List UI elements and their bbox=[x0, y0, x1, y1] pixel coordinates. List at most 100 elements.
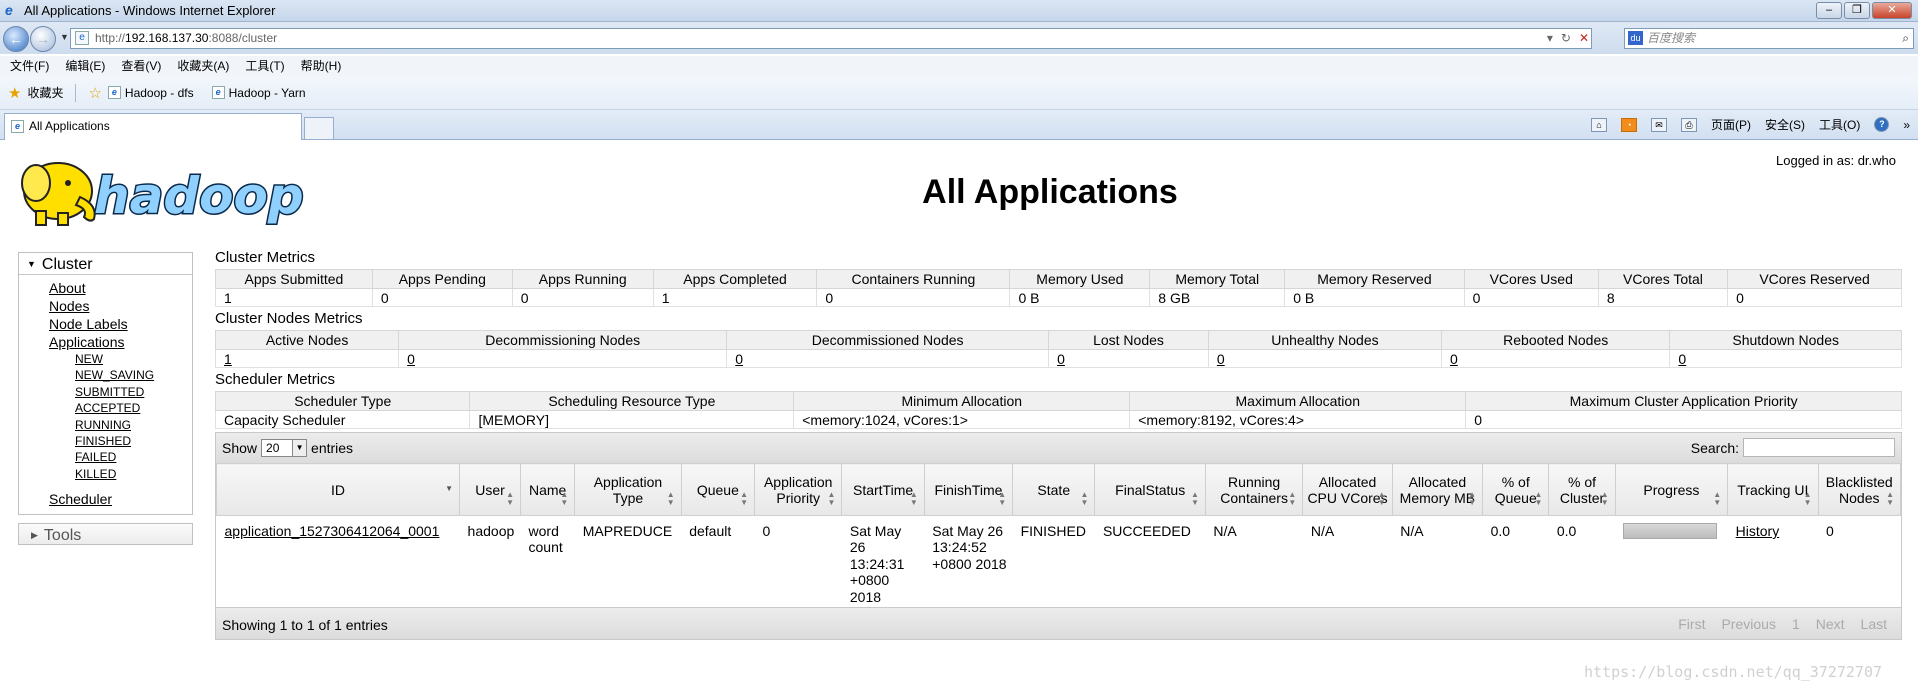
logged-in-label: Logged in as: dr.who bbox=[1776, 153, 1896, 168]
column-header: Unhealthy Nodes bbox=[1207, 330, 1442, 350]
menu-file[interactable]: 文件(F) bbox=[10, 56, 49, 76]
active-nodes-link[interactable]: 1 bbox=[224, 351, 232, 367]
column-header-alloc-memory[interactable]: Allocated Memory MB ▲ ▼ bbox=[1391, 463, 1484, 516]
state-link-accepted[interactable]: ACCEPTED bbox=[75, 400, 192, 416]
help-icon[interactable]: ? bbox=[1874, 117, 1890, 132]
add-favorite-icon[interactable]: ☆ bbox=[88, 84, 101, 102]
menu-tools[interactable]: 工具(T) bbox=[245, 56, 284, 76]
table-cell: MAPREDUCE bbox=[582, 523, 673, 539]
state-link-failed[interactable]: FAILED bbox=[75, 449, 192, 465]
close-button[interactable]: ✕ bbox=[1872, 2, 1912, 19]
table-row: Capacity Scheduler [MEMORY] <memory:1024… bbox=[214, 410, 1902, 429]
restore-button[interactable]: ❐ bbox=[1844, 2, 1870, 19]
state-link-running[interactable]: RUNNING bbox=[75, 417, 192, 433]
sidebar-link-node-labels[interactable]: Node Labels bbox=[49, 315, 192, 333]
shutdown-nodes-link[interactable]: 0 bbox=[1678, 351, 1686, 367]
sort-icon: ▲ ▼ bbox=[998, 490, 1007, 507]
feeds-icon[interactable]: ◔ bbox=[1620, 117, 1637, 132]
column-header: Apps Completed bbox=[652, 269, 818, 289]
column-header-finalstatus[interactable]: FinalStatus ▲ ▼ bbox=[1094, 463, 1206, 516]
column-header-tracking[interactable]: Tracking UI ▲ ▼ bbox=[1727, 463, 1819, 516]
column-header-blacklisted[interactable]: Blacklisted Nodes ▲ ▼ bbox=[1817, 463, 1902, 516]
rebooted-nodes-link[interactable]: 0 bbox=[1450, 351, 1458, 367]
decommissioning-nodes-link[interactable]: 0 bbox=[407, 351, 415, 367]
favorites-label[interactable]: 收藏夹 bbox=[27, 84, 63, 101]
home-icon[interactable]: ⌂ bbox=[1590, 117, 1607, 132]
cluster-header[interactable]: ▼ Cluster bbox=[19, 253, 192, 275]
minimize-button[interactable]: – bbox=[1816, 2, 1842, 19]
state-link-new-saving[interactable]: NEW_SAVING bbox=[75, 367, 192, 383]
pager-next-button[interactable]: Next bbox=[1816, 616, 1845, 632]
column-header-name[interactable]: Name ▲ ▼ bbox=[520, 463, 576, 516]
sidebar-link-scheduler[interactable]: Scheduler bbox=[49, 490, 192, 508]
menu-edit[interactable]: 编辑(E) bbox=[65, 56, 105, 76]
refresh-icon[interactable]: ↻ bbox=[1561, 29, 1571, 48]
column-header-pct-queue[interactable]: % of Queue ▲ ▼ bbox=[1482, 463, 1550, 516]
tab-all-applications[interactable]: e All Applications bbox=[4, 113, 302, 140]
menu-view[interactable]: 查看(V) bbox=[121, 56, 161, 76]
column-header-queue[interactable]: Queue ▲ ▼ bbox=[680, 463, 756, 516]
chevron-more-icon[interactable]: » bbox=[1903, 118, 1910, 132]
main-content: Cluster Metrics Apps Submitted Apps Pend… bbox=[214, 249, 1902, 641]
back-button[interactable]: ← bbox=[3, 26, 29, 52]
history-link[interactable]: History bbox=[1736, 523, 1780, 539]
safety-menu[interactable]: 安全(S) bbox=[1765, 116, 1805, 133]
nodes-metrics-title: Cluster Nodes Metrics bbox=[215, 310, 363, 327]
search-box[interactable]: du 百度搜索 ⌕ bbox=[1624, 28, 1914, 49]
column-header: Minimum Allocation bbox=[793, 391, 1131, 411]
column-header-alloc-vcores[interactable]: Allocated CPU VCores ▲ ▼ bbox=[1302, 463, 1393, 516]
history-dropdown-icon[interactable]: ▼ bbox=[60, 32, 69, 42]
column-header-finishtime[interactable]: FinishTime ▲ ▼ bbox=[923, 463, 1014, 516]
column-header: VCores Total bbox=[1597, 269, 1729, 289]
search-icon[interactable]: ⌕ bbox=[1902, 29, 1909, 48]
favorite-link-yarn[interactable]: e Hadoop - Yarn bbox=[211, 86, 306, 100]
page-menu[interactable]: 页面(P) bbox=[1711, 116, 1751, 133]
mail-icon[interactable]: ✉ bbox=[1650, 117, 1667, 132]
state-link-killed[interactable]: KILLED bbox=[75, 466, 192, 482]
favorite-link-dfs[interactable]: e Hadoop - dfs bbox=[107, 86, 194, 100]
pager-first-button[interactable]: First bbox=[1678, 616, 1705, 632]
column-header-progress[interactable]: Progress ▲ ▼ bbox=[1614, 463, 1729, 516]
column-header-starttime[interactable]: StartTime ▲ ▼ bbox=[841, 463, 925, 516]
column-header-pct-cluster[interactable]: % of Cluster ▲ ▼ bbox=[1548, 463, 1616, 516]
address-bar[interactable]: e http://192.168.137.30:8088/cluster ▾ ↻… bbox=[70, 28, 1592, 49]
decommissioned-nodes-link[interactable]: 0 bbox=[735, 351, 743, 367]
column-header-priority[interactable]: Application Priority ▲ ▼ bbox=[754, 463, 843, 516]
state-link-submitted[interactable]: SUBMITTED bbox=[75, 384, 192, 400]
unhealthy-nodes-link[interactable]: 0 bbox=[1217, 351, 1225, 367]
favorites-bar: ★ 收藏夹 ☆ e Hadoop - dfs e Hadoop - Yarn bbox=[0, 76, 1918, 110]
new-tab-button[interactable] bbox=[304, 117, 334, 139]
column-header-running-containers[interactable]: Running Containers ▲ ▼ bbox=[1204, 463, 1304, 516]
sidebar-link-applications[interactable]: Applications bbox=[49, 333, 192, 351]
application-id-link[interactable]: application_1527306412064_0001 bbox=[225, 523, 440, 539]
address-dropdown-icon[interactable]: ▾ bbox=[1547, 29, 1553, 48]
print-icon[interactable]: ⎙ bbox=[1680, 117, 1697, 132]
tools-section-header[interactable]: ▶ Tools bbox=[18, 523, 193, 546]
search-input[interactable] bbox=[1743, 438, 1895, 457]
column-header-state[interactable]: State ▲ ▼ bbox=[1012, 463, 1096, 516]
sidebar-link-about[interactable]: About bbox=[49, 279, 192, 297]
column-header-type[interactable]: Application Type ▲ ▼ bbox=[574, 463, 682, 516]
favorites-star-icon[interactable]: ★ bbox=[8, 84, 21, 102]
column-header-id[interactable]: ID ▼ bbox=[215, 463, 461, 516]
stop-icon[interactable]: ✕ bbox=[1579, 29, 1589, 48]
state-link-new[interactable]: NEW bbox=[75, 351, 192, 367]
pager-previous-button[interactable]: Previous bbox=[1721, 616, 1775, 632]
sort-icon: ▲ ▼ bbox=[1803, 490, 1812, 507]
menu-favorites[interactable]: 收藏夹(A) bbox=[177, 56, 229, 76]
state-link-finished[interactable]: FINISHED bbox=[75, 433, 192, 449]
page-length-select[interactable]: 20 ▼ bbox=[261, 439, 308, 457]
tools-menu[interactable]: 工具(O) bbox=[1819, 116, 1860, 133]
pager-last-button[interactable]: Last bbox=[1861, 616, 1887, 632]
column-header-user[interactable]: User ▲ ▼ bbox=[459, 463, 522, 516]
column-header: Shutdown Nodes bbox=[1669, 330, 1902, 350]
lost-nodes-link[interactable]: 0 bbox=[1057, 351, 1065, 367]
pager-page-1-button[interactable]: 1 bbox=[1792, 616, 1800, 632]
table-header-row: Scheduler Type Scheduling Resource Type … bbox=[214, 391, 1902, 411]
sidebar-link-nodes[interactable]: Nodes bbox=[49, 297, 192, 315]
forward-button[interactable]: → bbox=[30, 26, 56, 52]
table-info: Showing 1 to 1 of 1 entries bbox=[222, 617, 388, 634]
column-header: Maximum Cluster Application Priority bbox=[1465, 391, 1902, 411]
menu-help[interactable]: 帮助(H) bbox=[301, 56, 342, 76]
table-search: Search: bbox=[1691, 438, 1895, 457]
